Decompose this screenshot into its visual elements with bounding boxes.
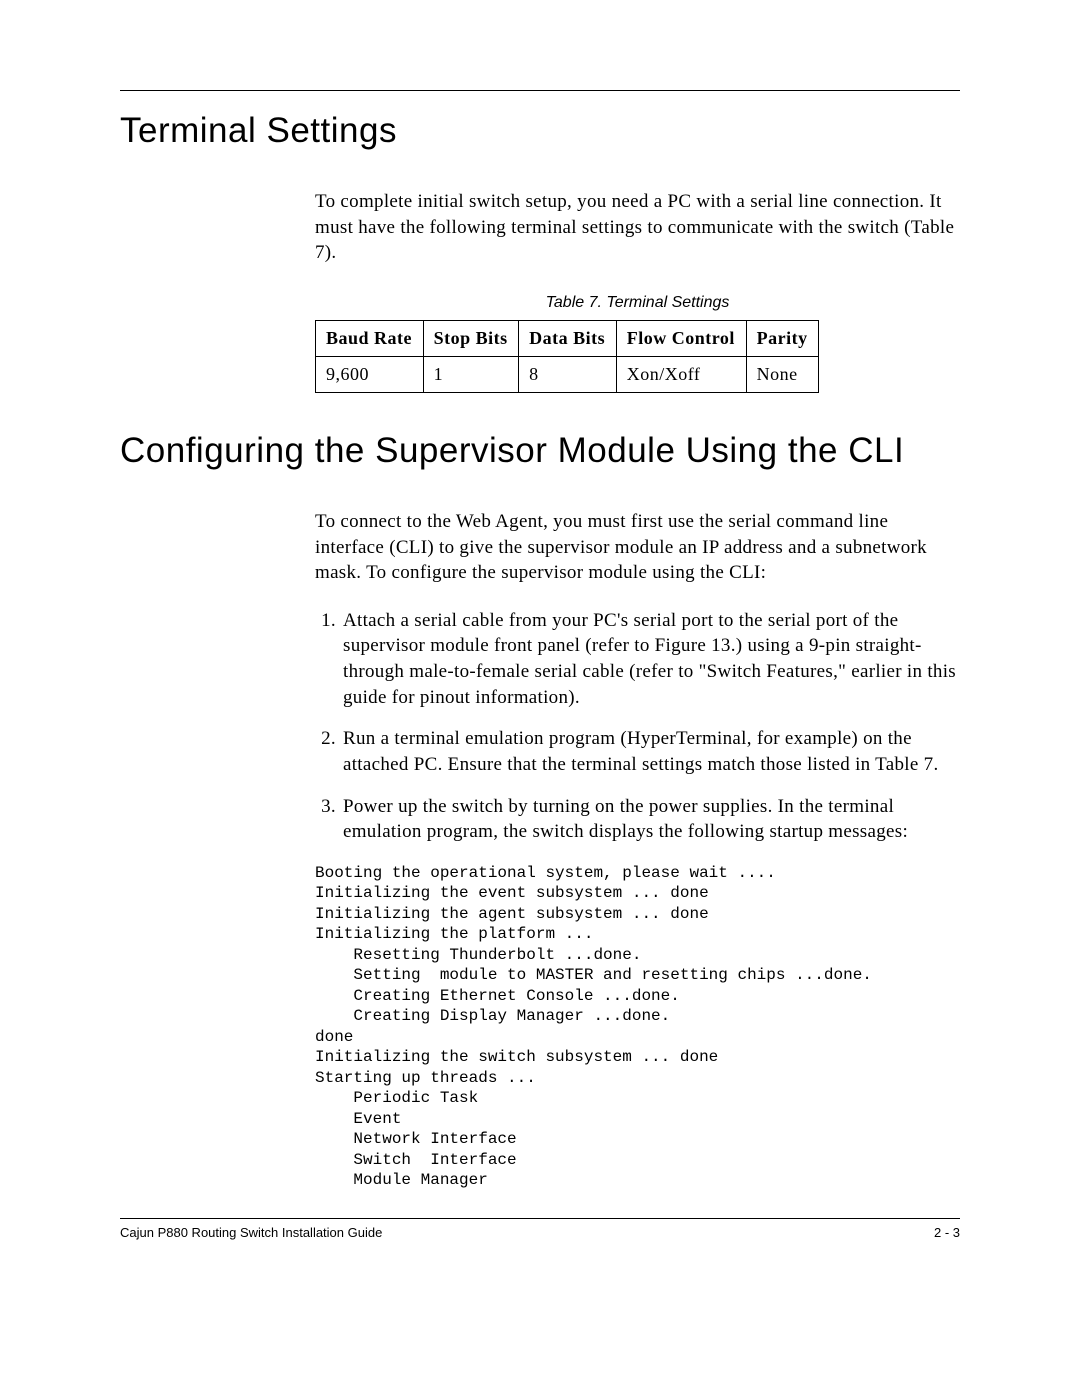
heading-terminal-settings: Terminal Settings xyxy=(120,111,960,151)
td-flow: Xon/Xoff xyxy=(616,356,746,392)
cli-steps: Attach a serial cable from your PC's ser… xyxy=(315,608,960,845)
footer-rule xyxy=(120,1218,960,1219)
startup-messages-code: Booting the operational system, please w… xyxy=(315,863,960,1191)
terminal-settings-table: Baud Rate Stop Bits Data Bits Flow Contr… xyxy=(315,320,819,393)
td-baud: 9,600 xyxy=(316,356,424,392)
th-flow: Flow Control xyxy=(616,320,746,356)
page: Terminal Settings To complete initial sw… xyxy=(0,0,1080,1280)
th-stop: Stop Bits xyxy=(423,320,519,356)
footer-page-number: 2 - 3 xyxy=(934,1225,960,1240)
table-header-row: Baud Rate Stop Bits Data Bits Flow Contr… xyxy=(316,320,819,356)
table-row: 9,600 1 8 Xon/Xoff None xyxy=(316,356,819,392)
terminal-intro: To complete initial switch setup, you ne… xyxy=(315,189,960,266)
td-stop: 1 xyxy=(423,356,519,392)
section-terminal-body: To complete initial switch setup, you ne… xyxy=(315,189,960,393)
th-parity: Parity xyxy=(746,320,818,356)
list-item: Run a terminal emulation program (HyperT… xyxy=(341,726,960,777)
th-baud: Baud Rate xyxy=(316,320,424,356)
section-cli-body: To connect to the Web Agent, you must fi… xyxy=(315,509,960,1191)
th-data: Data Bits xyxy=(519,320,617,356)
list-item: Attach a serial cable from your PC's ser… xyxy=(341,608,960,711)
cli-intro: To connect to the Web Agent, you must fi… xyxy=(315,509,960,586)
td-parity: None xyxy=(746,356,818,392)
footer-guide-title: Cajun P880 Routing Switch Installation G… xyxy=(120,1225,382,1240)
footer: Cajun P880 Routing Switch Installation G… xyxy=(120,1225,960,1240)
top-rule xyxy=(120,90,960,91)
td-data: 8 xyxy=(519,356,617,392)
list-item: Power up the switch by turning on the po… xyxy=(341,794,960,845)
table-caption: Table 7. Terminal Settings xyxy=(315,294,960,312)
heading-configuring-cli: Configuring the Supervisor Module Using … xyxy=(120,431,960,471)
